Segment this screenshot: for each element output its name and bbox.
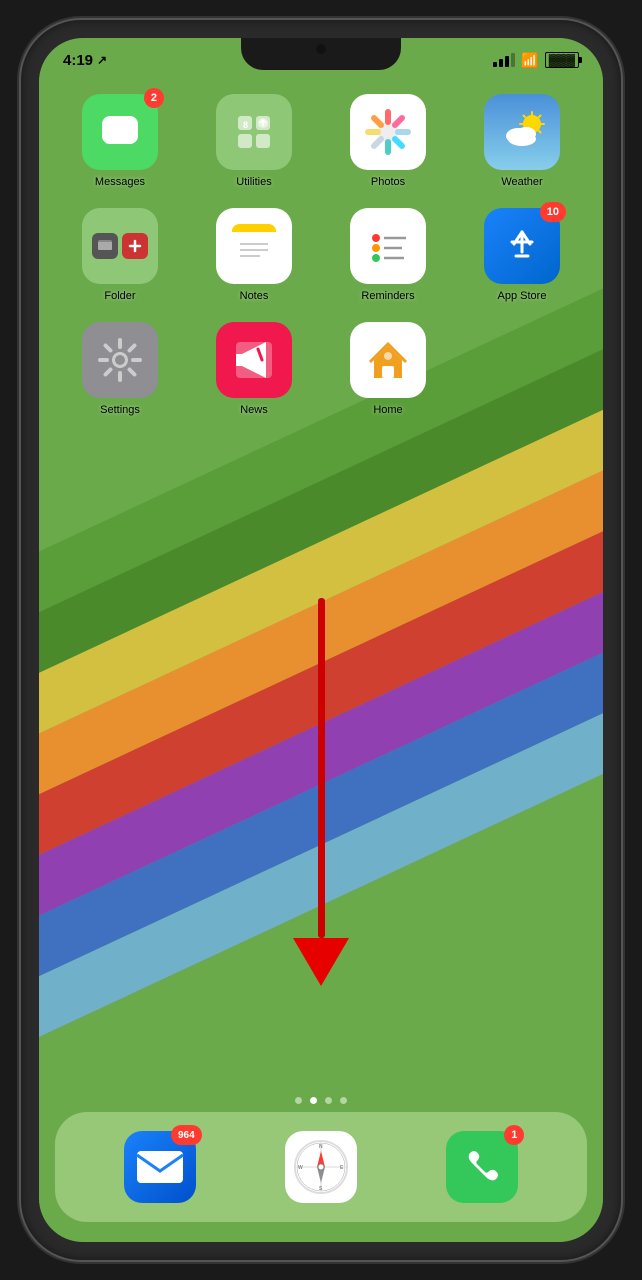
app-news[interactable]: News: [197, 322, 311, 416]
reminders-label: Reminders: [361, 290, 414, 302]
messages-badge: 2: [144, 88, 164, 108]
bar4: [511, 53, 515, 67]
page-dot-3: [325, 1097, 332, 1104]
svg-text:N: N: [319, 1144, 323, 1150]
location-icon: ↗: [97, 53, 107, 67]
home-icon: [350, 322, 426, 398]
signal-bars: [493, 53, 515, 67]
utilities-icon: 8: [216, 94, 292, 170]
bar3: [505, 56, 509, 67]
bar1: [493, 62, 497, 67]
weather-label: Weather: [501, 176, 542, 188]
weather-icon: [484, 94, 560, 170]
svg-text:W: W: [298, 1165, 303, 1171]
app-appstore[interactable]: 10 App Store: [465, 208, 579, 302]
bar2: [499, 59, 503, 67]
safari-icon: N S E W: [285, 1131, 357, 1203]
app-empty: [465, 322, 579, 416]
svg-text:8: 8: [243, 120, 248, 130]
messages-label: Messages: [95, 176, 145, 188]
settings-icon: [82, 322, 158, 398]
battery-icon: ▓▓▓: [545, 52, 579, 68]
status-time: 4:19 ↗: [63, 52, 107, 69]
app-home[interactable]: Home: [331, 322, 445, 416]
page-dots: [39, 1097, 603, 1104]
app-folder[interactable]: Folder: [63, 208, 177, 302]
appstore-label: App Store: [498, 290, 547, 302]
arrow-indicator: [293, 598, 349, 986]
phone-badge: 1: [504, 1125, 524, 1145]
app-grid: 2 Messages 8: [63, 94, 579, 416]
phone-screen: 4:19 ↗ 📶 ▓▓▓: [39, 38, 603, 1242]
notes-icon: [216, 208, 292, 284]
notes-label: Notes: [240, 290, 269, 302]
phone-frame: 4:19 ↗ 📶 ▓▓▓: [21, 20, 621, 1260]
mail-icon: 964: [124, 1131, 196, 1203]
photos-icon: [350, 94, 426, 170]
home-label: Home: [373, 404, 402, 416]
phone-icon: 1: [446, 1131, 518, 1203]
app-weather[interactable]: Weather: [465, 94, 579, 188]
appstore-icon: 10: [484, 208, 560, 284]
mail-badge: 964: [171, 1125, 202, 1145]
app-notes[interactable]: Notes: [197, 208, 311, 302]
page-dot-2: [310, 1097, 317, 1104]
app-messages[interactable]: 2 Messages: [63, 94, 177, 188]
dock-safari[interactable]: N S E W: [285, 1131, 357, 1203]
utilities-label: Utilities: [236, 176, 271, 188]
notch: [241, 38, 401, 70]
wifi-icon: 📶: [521, 52, 538, 69]
app-photos[interactable]: Photos: [331, 94, 445, 188]
status-icons: 📶 ▓▓▓: [493, 52, 579, 69]
photos-label: Photos: [371, 176, 405, 188]
messages-icon: 2: [82, 94, 158, 170]
folder-icon: [82, 208, 158, 284]
dock: 964: [55, 1112, 587, 1222]
app-utilities[interactable]: 8 Utilities: [197, 94, 311, 188]
news-label: News: [240, 404, 268, 416]
empty-slot: [484, 322, 560, 398]
arrow-shaft: [318, 598, 325, 938]
dock-phone[interactable]: 1: [446, 1131, 518, 1203]
page-dot-4: [340, 1097, 347, 1104]
dock-mail[interactable]: 964: [124, 1131, 196, 1203]
settings-label: Settings: [100, 404, 140, 416]
app-settings[interactable]: Settings: [63, 322, 177, 416]
news-icon: [216, 322, 292, 398]
app-reminders[interactable]: Reminders: [331, 208, 445, 302]
arrow-head: [293, 938, 349, 986]
page-dot-1: [295, 1097, 302, 1104]
folder-label: Folder: [104, 290, 135, 302]
appstore-badge: 10: [540, 202, 566, 222]
reminders-icon: [350, 208, 426, 284]
time-display: 4:19: [63, 52, 93, 69]
